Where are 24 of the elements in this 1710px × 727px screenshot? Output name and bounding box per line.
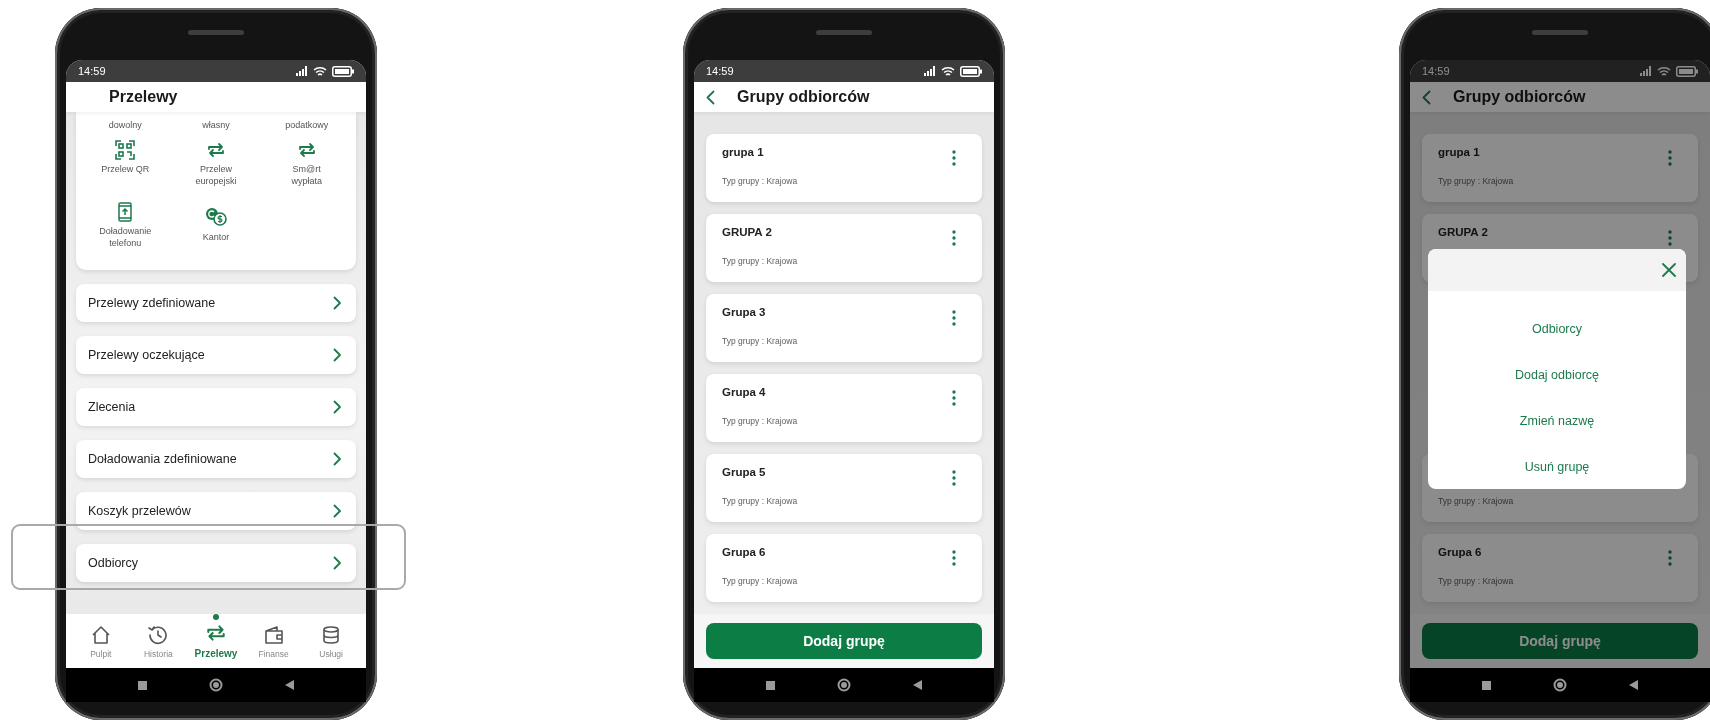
- group-name: Grupa 4: [722, 386, 766, 398]
- group-name: Grupa 6: [1438, 546, 1482, 558]
- status-time: 14:59: [706, 65, 734, 77]
- group-name: Grupa 5: [722, 466, 766, 478]
- group-name: Grupa 3: [722, 306, 766, 318]
- group-name: GRUPA 2: [1438, 226, 1488, 238]
- group-name: GRUPA 2: [722, 226, 772, 238]
- group-name: grupa 1: [722, 146, 764, 158]
- group-type: Typ grupy : Krajowa: [1438, 176, 1514, 186]
- group-type: Typ grupy : Krajowa: [1438, 576, 1514, 586]
- group-type: Typ grupy : Krajowa: [1438, 496, 1514, 506]
- group-type: Typ grupy : Krajowa: [722, 176, 798, 186]
- status-time: 14:59: [1422, 65, 1450, 77]
- group-type: Typ grupy : Krajowa: [722, 416, 798, 426]
- group-type: Typ grupy : Krajowa: [722, 336, 798, 346]
- group-name: Grupa 6: [722, 546, 766, 558]
- group-type: Typ grupy : Krajowa: [722, 496, 798, 506]
- screen-title: Przelewy: [109, 88, 178, 106]
- status-time: 14:59: [78, 65, 106, 77]
- screen-title: Grupy odbiorców: [737, 88, 870, 106]
- group-type: Typ grupy : Krajowa: [722, 576, 798, 586]
- group-name: grupa 1: [1438, 146, 1480, 158]
- group-type: Typ grupy : Krajowa: [722, 256, 798, 266]
- screen-title: Grupy odbiorców: [1453, 88, 1586, 106]
